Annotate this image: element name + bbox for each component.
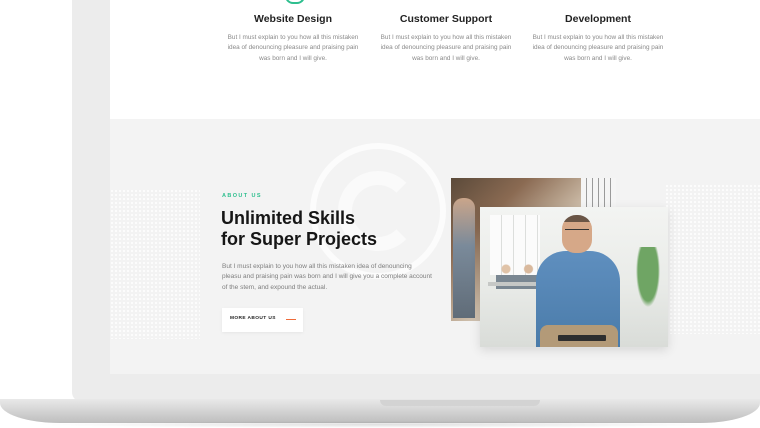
photo-window [581, 178, 616, 208]
photo-plant [636, 247, 660, 307]
section-body-text: But I must explain to you how all this m… [222, 263, 432, 291]
photo-glasses [565, 229, 589, 235]
about-section: ABOUT US Unlimited Skills for Super Proj… [110, 119, 760, 374]
photo-person [453, 198, 475, 318]
service-description: But I must explain to you how all this m… [380, 34, 512, 62]
service-title: Development [565, 13, 631, 25]
team-photo-front [480, 207, 668, 347]
service-title: Website Design [254, 13, 332, 25]
service-title: Customer Support [399, 13, 493, 25]
more-about-us-button[interactable]: MORE ABOUT US [222, 308, 303, 332]
section-headline: Unlimited Skills for Super Projects [221, 208, 421, 250]
headline-line-1: Unlimited Skills [221, 208, 356, 228]
world-map-dots-left [110, 189, 200, 339]
laptop-shadow [30, 421, 730, 428]
laptop-hinge-notch [380, 400, 540, 406]
more-about-us-label: MORE ABOUT US [230, 316, 276, 321]
services-section: Website Design But I must explain to you… [110, 0, 760, 119]
service-icon [285, 0, 305, 4]
world-map-dots-right [665, 184, 760, 334]
service-description: But I must explain to you how all this m… [532, 34, 664, 62]
photo-tablet [558, 335, 606, 341]
service-description: But I must explain to you how all this m… [227, 34, 359, 62]
section-eyebrow: ABOUT US [222, 193, 262, 199]
arrow-dash-icon [286, 319, 296, 321]
headline-line-2: for Super Projects [221, 229, 378, 249]
laptop-screen: Website Design But I must explain to you… [110, 0, 760, 374]
